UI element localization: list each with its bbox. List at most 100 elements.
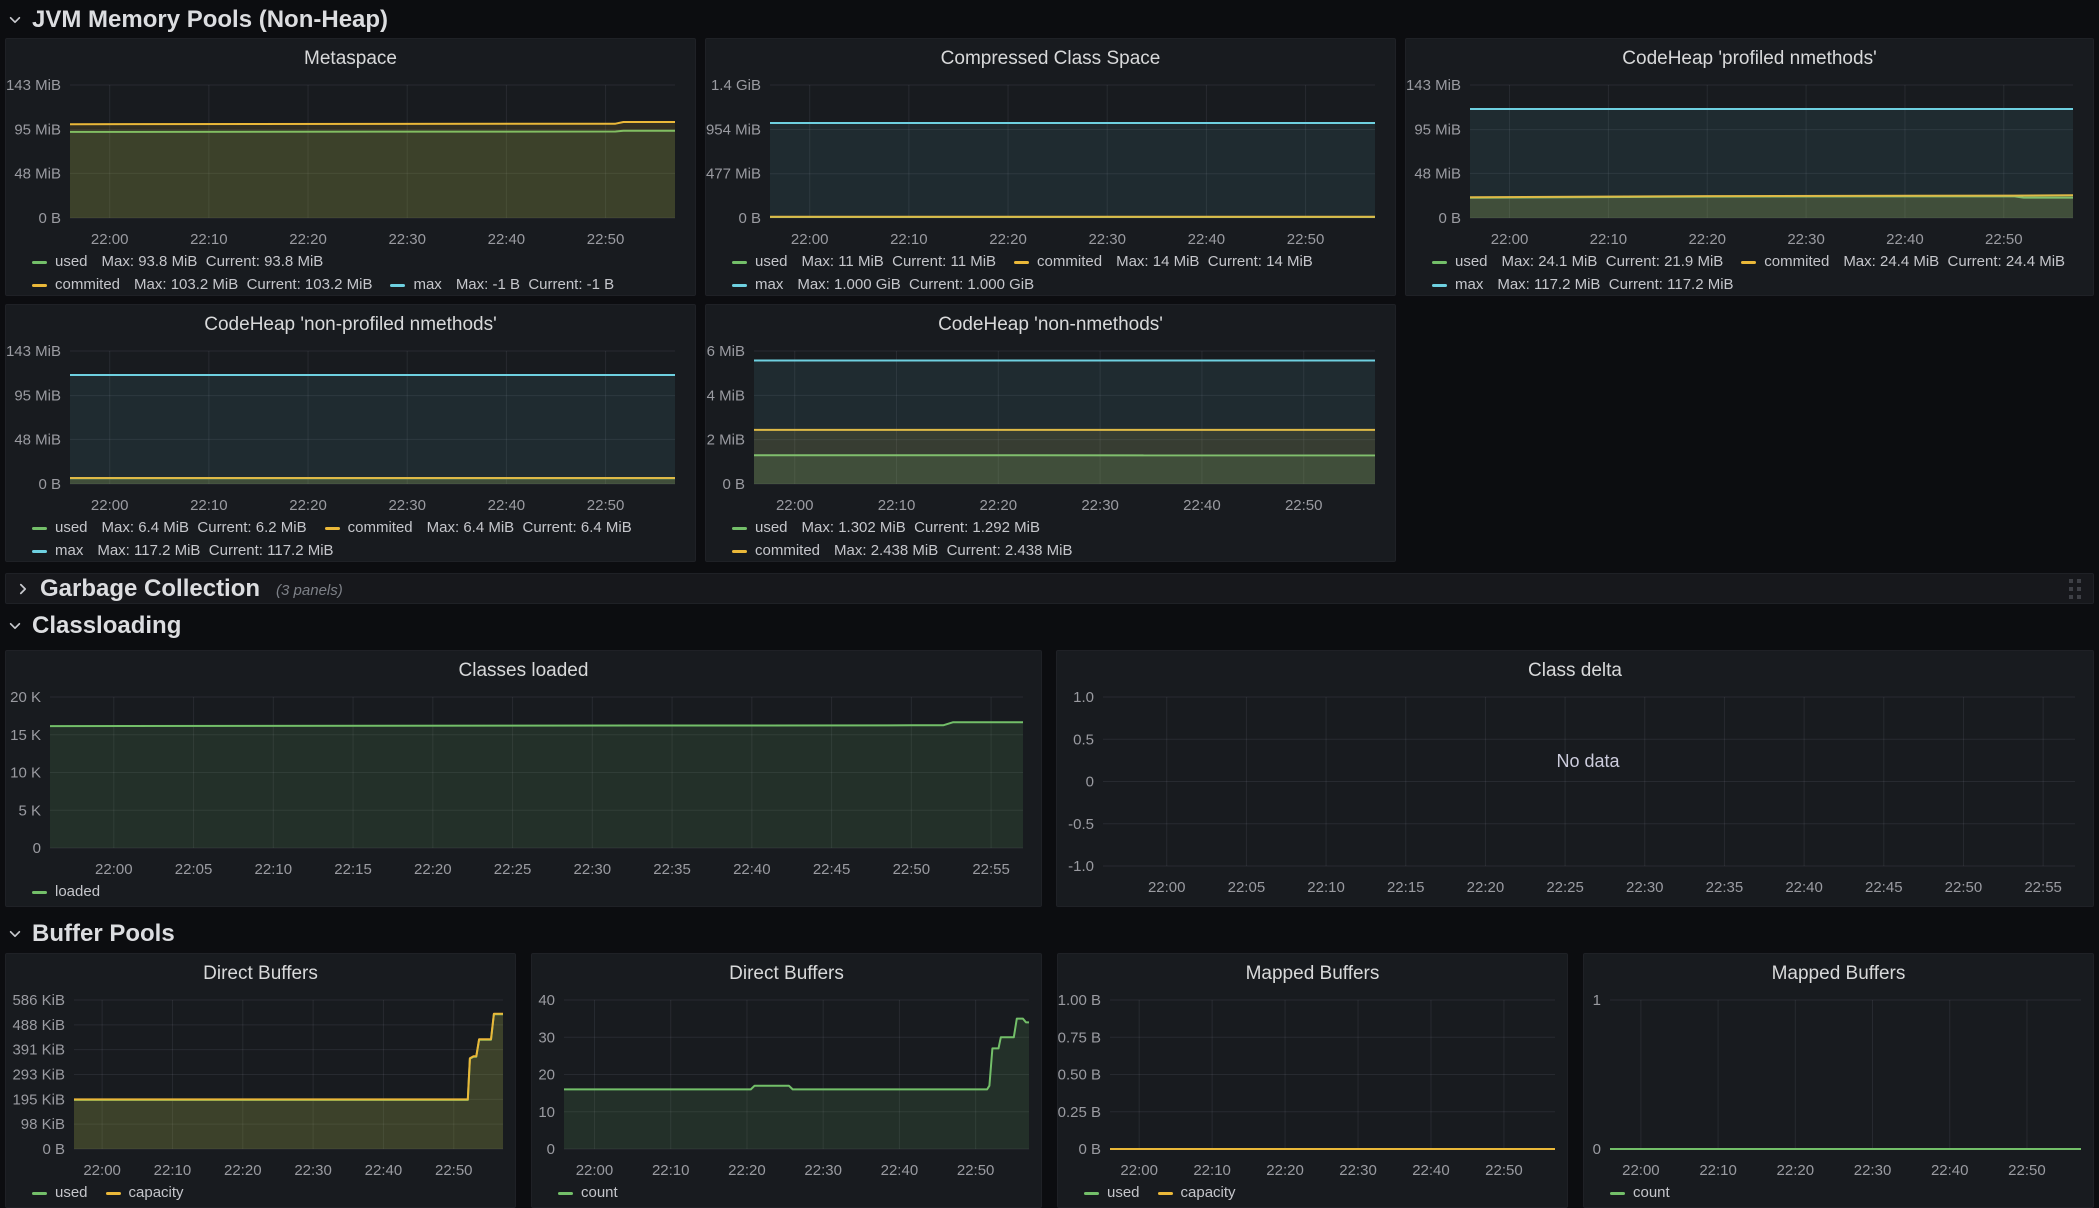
legend-item-loaded[interactable]: loaded [32, 882, 100, 902]
svg-text:2 MiB: 2 MiB [707, 432, 745, 449]
chevron-down-icon [8, 619, 22, 633]
svg-text:22:55: 22:55 [2024, 879, 2062, 896]
legend-item-max[interactable]: maxMax: 117.2 MiB Current: 117.2 MiB [32, 541, 334, 561]
legend-series-stats: Max: -1 B Current: -1 B [456, 275, 614, 295]
svg-text:22:30: 22:30 [1626, 879, 1664, 896]
svg-text:293 KiB: 293 KiB [12, 1067, 65, 1084]
svg-text:0 B: 0 B [38, 210, 61, 227]
svg-text:22:30: 22:30 [1339, 1162, 1377, 1179]
svg-text:22:50: 22:50 [435, 1162, 473, 1179]
legend-series-name: max [755, 275, 783, 295]
legend-series-name: max [55, 541, 83, 561]
svg-text:22:40: 22:40 [881, 1162, 919, 1179]
svg-text:391 KiB: 391 KiB [12, 1042, 65, 1059]
row-header-jvm-memory-pools[interactable]: JVM Memory Pools (Non-Heap) [8, 6, 388, 34]
svg-text:22:40: 22:40 [365, 1162, 403, 1179]
legend-series-stats: Max: 11 MiB Current: 11 MiB [802, 252, 997, 272]
row-title-jvm-memory-pools: JVM Memory Pools (Non-Heap) [32, 6, 388, 34]
svg-text:22:20: 22:20 [1688, 231, 1726, 248]
svg-text:22:30: 22:30 [1854, 1162, 1892, 1179]
legend-item-max[interactable]: max Max: 1.000 GiB Current: 1.000 GiB [732, 275, 1034, 295]
legend-item-used[interactable]: usedMax: 6.4 MiB Current: 6.2 MiB [32, 518, 307, 538]
svg-text:22:20: 22:20 [728, 1162, 766, 1179]
svg-text:22:25: 22:25 [1546, 879, 1584, 896]
svg-text:22:45: 22:45 [1865, 879, 1903, 896]
legend-series-stats: Max: 1.000 GiB Current: 1.000 GiB [797, 275, 1034, 295]
chevron-right-icon [16, 582, 30, 596]
legend-item-used[interactable]: used [1084, 1183, 1140, 1203]
svg-text:22:30: 22:30 [1787, 231, 1825, 248]
legend-item-used[interactable]: used Max: 11 MiB Current: 11 MiB [732, 252, 996, 272]
svg-text:22:05: 22:05 [175, 861, 213, 878]
legend-series-name: loaded [55, 882, 100, 902]
legend-series-name: capacity [129, 1183, 184, 1203]
svg-text:22:20: 22:20 [989, 231, 1027, 248]
legend-item-capacity[interactable]: capacity [106, 1183, 184, 1203]
legend-swatch [732, 527, 747, 530]
chart-legend: usedMax: 93.8 MiB Current: 93.8 MiB commi… [32, 252, 677, 295]
svg-text:0: 0 [547, 1141, 555, 1158]
svg-text:22:50: 22:50 [2008, 1162, 2046, 1179]
svg-text:22:50: 22:50 [587, 497, 625, 514]
legend-series-name: used [1107, 1183, 1140, 1203]
chart-canvas[interactable]: 20 K15 K10 K5 K022:0022:0522:1022:1522:2… [6, 651, 1041, 906]
svg-text:22:40: 22:40 [1785, 879, 1823, 896]
svg-text:22:50: 22:50 [1285, 497, 1323, 514]
row-header-buffer-pools[interactable]: Buffer Pools [8, 920, 175, 948]
legend-item-used[interactable]: usedMax: 24.1 MiB Current: 21.9 MiB [1432, 252, 1723, 272]
chart-canvas[interactable]: 40302010022:0022:1022:2022:3022:4022:50 [532, 954, 1041, 1207]
svg-text:98 KiB: 98 KiB [21, 1116, 65, 1133]
svg-text:22:40: 22:40 [1886, 231, 1924, 248]
legend-item-count[interactable]: count [558, 1183, 618, 1203]
legend-swatch [106, 1192, 121, 1195]
legend-item-commited[interactable]: commitedMax: 2.438 MiB Current: 2.438 Mi… [732, 541, 1072, 561]
chart-legend: count [558, 1183, 1023, 1203]
legend-series-name: used [755, 252, 788, 272]
svg-text:0.5: 0.5 [1073, 731, 1094, 748]
svg-text:40: 40 [538, 992, 555, 1009]
svg-text:48 MiB: 48 MiB [14, 165, 61, 182]
svg-text:22:10: 22:10 [1307, 879, 1345, 896]
legend-swatch [390, 284, 405, 287]
svg-text:1.4 GiB: 1.4 GiB [711, 77, 761, 94]
legend-series-stats: Max: 6.4 MiB Current: 6.2 MiB [102, 518, 307, 538]
legend-series-name: used [55, 252, 88, 272]
legend-series-name: used [55, 1183, 88, 1203]
svg-text:30: 30 [538, 1029, 555, 1046]
legend-item-max[interactable]: maxMax: 117.2 MiB Current: 117.2 MiB [1432, 275, 1734, 295]
svg-text:10 K: 10 K [10, 765, 41, 782]
chart-canvas[interactable]: 1.00.50-0.5-1.022:0022:0522:1022:1522:20… [1057, 651, 2093, 906]
legend-series-stats: Max: 24.4 MiB Current: 24.4 MiB [1843, 252, 2065, 272]
chart-canvas[interactable]: 586 KiB488 KiB391 KiB293 KiB195 KiB98 Ki… [6, 954, 515, 1207]
legend-series-name: commited [55, 275, 120, 295]
legend-item-used[interactable]: usedMax: 1.302 MiB Current: 1.292 MiB [732, 518, 1040, 538]
legend-item-count[interactable]: count [1610, 1183, 1670, 1203]
svg-text:22:00: 22:00 [776, 497, 814, 514]
svg-text:22:40: 22:40 [1931, 1162, 1969, 1179]
legend-item-commited[interactable]: commitedMax: 103.2 MiB Current: 103.2 Mi… [32, 275, 372, 295]
legend-item-commited[interactable]: commitedMax: 24.4 MiB Current: 24.4 MiB [1741, 252, 2065, 272]
drag-handle-icon[interactable] [2069, 579, 2081, 599]
legend-item-commited[interactable]: commitedMax: 6.4 MiB Current: 6.4 MiB [325, 518, 632, 538]
legend-swatch [1741, 261, 1756, 264]
row-header-classloading[interactable]: Classloading [8, 612, 181, 640]
chart-canvas[interactable]: 1022:0022:1022:2022:3022:4022:50 [1584, 954, 2093, 1207]
svg-text:95 MiB: 95 MiB [14, 388, 61, 405]
legend-item-commited[interactable]: commitedMax: 14 MiB Current: 14 MiB [1014, 252, 1313, 272]
legend-item-used[interactable]: used [32, 1183, 88, 1203]
legend-swatch [1432, 261, 1447, 264]
svg-text:22:20: 22:20 [1467, 879, 1505, 896]
svg-text:95 MiB: 95 MiB [1414, 122, 1461, 139]
legend-item-used[interactable]: usedMax: 93.8 MiB Current: 93.8 MiB [32, 252, 323, 272]
legend-item-capacity[interactable]: capacity [1158, 1183, 1236, 1203]
chart-canvas[interactable]: 1.00 B0.75 B0.50 B0.25 B0 B22:0022:1022:… [1058, 954, 1567, 1207]
svg-text:0: 0 [1593, 1141, 1601, 1158]
row-header-garbage-collection[interactable]: Garbage Collection (3 panels) [5, 573, 2094, 604]
svg-text:22:35: 22:35 [1706, 879, 1744, 896]
svg-text:22:40: 22:40 [733, 861, 771, 878]
legend-series-name: capacity [1181, 1183, 1236, 1203]
svg-text:22:40: 22:40 [488, 497, 526, 514]
svg-text:22:00: 22:00 [1491, 231, 1529, 248]
legend-item-max[interactable]: maxMax: -1 B Current: -1 B [390, 275, 614, 295]
legend-series-stats: Max: 6.4 MiB Current: 6.4 MiB [427, 518, 632, 538]
